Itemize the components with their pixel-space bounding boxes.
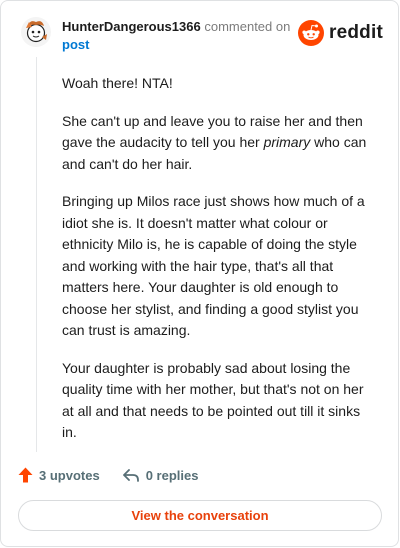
comment-paragraph: Woah there! NTA! xyxy=(62,75,173,91)
comment-paragraph: Bringing up Milos race just shows how mu… xyxy=(62,193,365,338)
upvote-arrow-icon xyxy=(18,467,33,483)
comment-card: HunterDangerous1366 commented on post re… xyxy=(0,0,399,547)
thread-line xyxy=(36,57,37,452)
upvote-button[interactable]: 3 upvotes xyxy=(18,467,100,483)
reddit-brand[interactable]: reddit xyxy=(298,20,383,46)
brand-wordmark: reddit xyxy=(329,22,383,43)
comment-paragraph: Your daughter is probably sad about losi… xyxy=(62,359,364,441)
username-link[interactable]: HunterDangerous1366 xyxy=(62,19,201,34)
replies-button[interactable]: 0 replies xyxy=(122,467,199,483)
emphasis-text: primary xyxy=(263,134,311,150)
comment-body: Woah there! NTA! She can't up and leave … xyxy=(62,73,367,460)
reddit-logo-icon xyxy=(298,20,325,46)
user-avatar[interactable] xyxy=(20,16,52,48)
view-conversation-button[interactable]: View the conversation xyxy=(18,500,382,531)
reply-arrow-icon xyxy=(122,468,139,482)
comment-meta: HunterDangerous1366 commented on post xyxy=(62,18,302,53)
upvote-count: 3 upvotes xyxy=(39,467,100,483)
post-link[interactable]: post xyxy=(62,36,302,53)
action-text: commented on xyxy=(204,19,291,34)
replies-count: 0 replies xyxy=(145,467,199,483)
comment-footer: 3 upvotes 0 replies xyxy=(18,467,198,483)
comment-paragraph: She can't up and leave you to raise her … xyxy=(62,111,367,176)
